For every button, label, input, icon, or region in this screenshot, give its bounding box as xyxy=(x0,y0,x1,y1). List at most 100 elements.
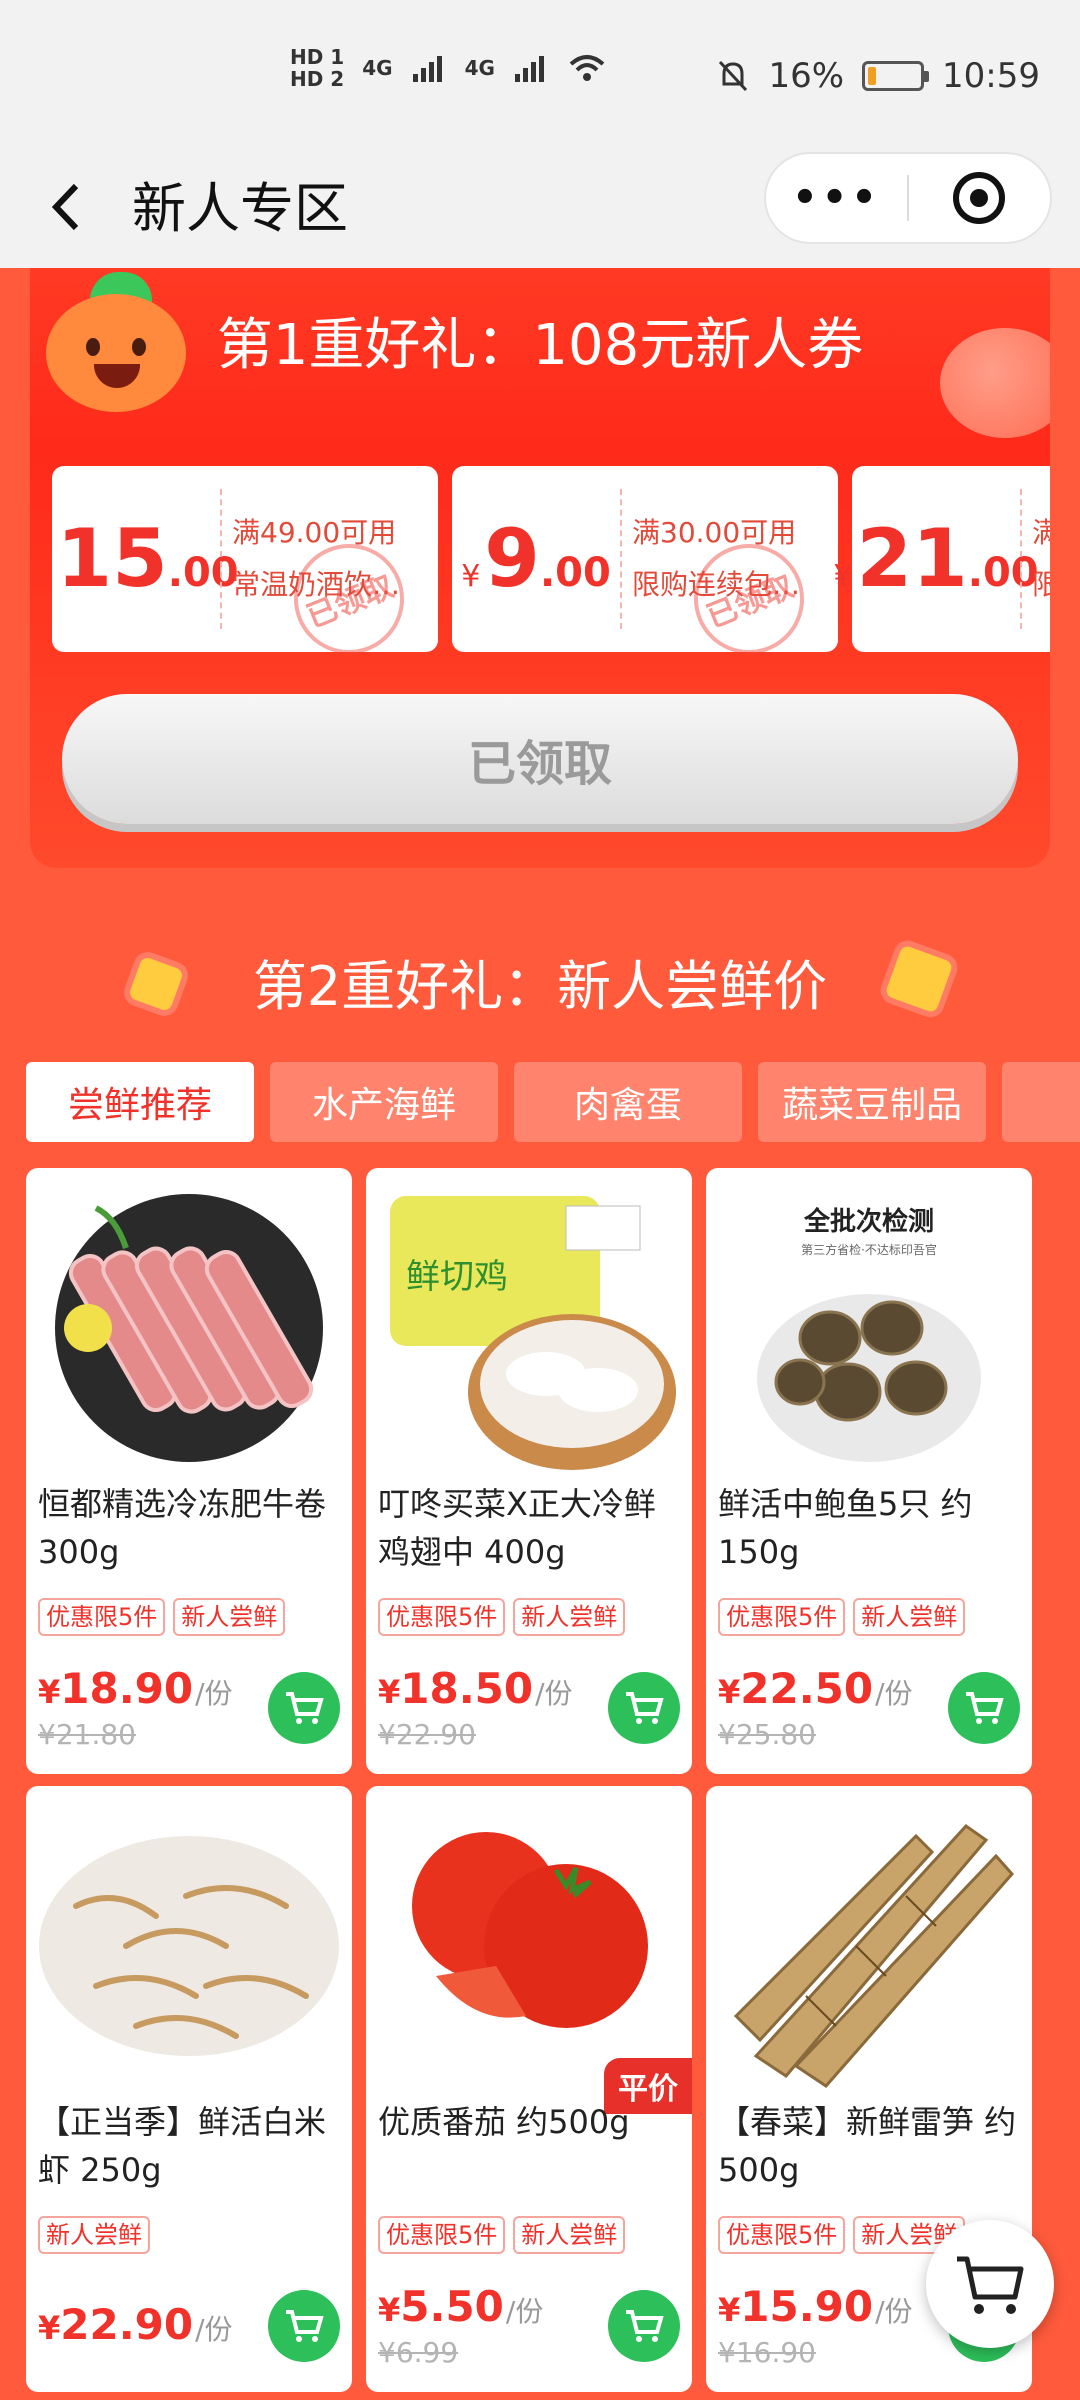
chicken-wings-image: 鲜切鸡 xyxy=(390,1196,676,1470)
product-card[interactable]: 平价 优质番茄 约500g 优惠限5件 新人尝鲜 ¥5.50/份 ¥6.99 xyxy=(366,1786,692,2392)
original-price: ¥25.80 xyxy=(718,1718,816,1751)
coupon-condition: 满 xyxy=(1032,516,1050,549)
product-tags: 优惠限5件 新人尝鲜 xyxy=(378,1598,626,1636)
cart-icon xyxy=(626,2310,664,2342)
more-dots-icon[interactable]: ••• xyxy=(766,175,907,221)
product-card[interactable]: 【正当季】鲜活白米虾 250g 新人尝鲜 ¥22.90/份 xyxy=(26,1786,352,2392)
tag-limit: 优惠限5件 xyxy=(718,2216,846,2254)
product-price: ¥22.50/份 xyxy=(718,1664,913,1713)
clock: 10:59 xyxy=(942,56,1040,96)
white-shrimp-image xyxy=(39,1836,339,2056)
coupon-info: 满 限 xyxy=(1022,507,1050,611)
new-user-coupon-section: 第1重好礼：108元新人券 ¥15.00 满49.00可用 常温奶酒饮… 已领取… xyxy=(30,268,1050,868)
bamboo-shoot-image xyxy=(733,1824,1015,2088)
gift1-title: 第1重好礼：108元新人券 xyxy=(216,313,864,378)
product-price: ¥18.90/份 xyxy=(38,1664,233,1713)
coupon-amount: ¥15.00 xyxy=(52,512,239,605)
coupon-card[interactable]: ¥15.00 满49.00可用 常温奶酒饮… 已领取 xyxy=(52,466,438,656)
back-icon[interactable] xyxy=(46,172,86,259)
wifi-icon xyxy=(569,55,605,81)
product-tags: 优惠限5件 新人尝鲜 xyxy=(718,2216,966,2254)
coupon-card[interactable]: ¥21.00 满 限 xyxy=(833,466,1050,652)
product-grid: 恒都精选冷冻肥牛卷300g 优惠限5件 新人尝鲜 ¥18.90/份 ¥21.80… xyxy=(26,1168,1042,2392)
product-name: 【正当季】鲜活白米虾 250g xyxy=(38,2103,327,2189)
network-2-label: 4G xyxy=(464,56,495,80)
product-price: ¥22.90/份 xyxy=(38,2300,233,2349)
product-card[interactable]: 恒都精选冷冻肥牛卷300g 优惠限5件 新人尝鲜 ¥18.90/份 ¥21.80 xyxy=(26,1168,352,1774)
nav-header: 新人专区 ••• xyxy=(0,150,1080,268)
product-name: 【春菜】新鲜雷笋 约500g xyxy=(718,2103,1017,2189)
tag-new-user: 新人尝鲜 xyxy=(513,2216,626,2254)
product-name: 鲜活中鲍鱼5只 约150g xyxy=(718,1485,973,1571)
pack-label: 鲜切鸡 xyxy=(406,1257,508,1297)
product-tags: 优惠限5件 新人尝鲜 xyxy=(38,1598,286,1636)
tab-recommend[interactable]: 尝鲜推荐 xyxy=(26,1062,254,1142)
tomato-image xyxy=(412,1832,648,2028)
coupon-amount: ¥21.00 xyxy=(833,512,1039,605)
add-to-cart-button[interactable] xyxy=(948,1672,1020,1744)
original-price: ¥6.99 xyxy=(378,2336,459,2369)
tab-seasonal[interactable]: 时令 xyxy=(1002,1062,1080,1142)
battery-icon xyxy=(862,61,930,91)
tab-meat-eggs[interactable]: 肉禽蛋 xyxy=(514,1062,742,1142)
gift2-title: 第2重好礼：新人尝鲜价 xyxy=(252,955,828,1018)
battery-percent: 16% xyxy=(768,56,845,96)
status-right: 16% 10:59 xyxy=(716,56,1040,96)
original-price: ¥16.90 xyxy=(718,2336,816,2369)
product-price: ¥15.90/份 xyxy=(718,2282,913,2331)
add-to-cart-button[interactable] xyxy=(268,1672,340,1744)
tag-new-user: 新人尝鲜 xyxy=(853,1598,966,1636)
original-price: ¥21.80 xyxy=(38,1718,136,1751)
signal-indicators: HD 1 HD 2 4G 4G xyxy=(290,46,607,90)
network-1-label: 4G xyxy=(362,56,393,80)
tag-limit: 优惠限5件 xyxy=(718,1598,846,1636)
original-price: ¥22.90 xyxy=(378,1718,476,1751)
claim-all-button[interactable]: 已领取 xyxy=(62,694,1018,824)
product-name: 优质番茄 约500g xyxy=(378,2103,630,2141)
tag-limit: 优惠限5件 xyxy=(378,2216,506,2254)
mute-bell-icon xyxy=(719,60,748,92)
status-bar: HD 1 HD 2 4G 4G 16% 10:59 xyxy=(0,0,1080,150)
inspection-banner: 全批次检测 xyxy=(803,1206,934,1237)
coupon-list[interactable]: ¥15.00 满49.00可用 常温奶酒饮… 已领取 ¥9.00 满30.00可… xyxy=(52,466,1050,656)
product-name: 恒都精选冷冻肥牛卷300g xyxy=(38,1485,327,1571)
coupon-scope: 限 xyxy=(1032,568,1050,601)
tag-new-user: 新人尝鲜 xyxy=(173,1598,286,1636)
tag-limit: 优惠限5件 xyxy=(38,1598,166,1636)
category-tabs: 尝鲜推荐 水产海鲜 肉禽蛋 蔬菜豆制品 时令 xyxy=(26,1062,1080,1144)
product-card[interactable]: 鲜切鸡 叮咚买菜X正大冷鲜鸡翅中 400g 优惠限5件 新人尝鲜 ¥18.50/… xyxy=(366,1168,692,1774)
cart-icon xyxy=(286,1692,324,1724)
mini-program-capsule: ••• xyxy=(764,152,1052,244)
product-name: 叮咚买菜X正大冷鲜鸡翅中 400g xyxy=(378,1485,656,1571)
sim2-label: HD 2 xyxy=(290,67,345,91)
mini-program-close-icon[interactable] xyxy=(909,172,1050,224)
signal-icon xyxy=(412,56,442,82)
beef-roll-image xyxy=(55,1194,323,1462)
signal-icon xyxy=(514,56,544,82)
shopping-cart-icon xyxy=(957,2256,1024,2314)
cart-icon xyxy=(286,2310,324,2342)
sim1-label: HD 1 xyxy=(290,45,345,69)
add-to-cart-button[interactable] xyxy=(608,1672,680,1744)
product-tags: 优惠限5件 新人尝鲜 xyxy=(718,1598,966,1636)
tab-vegetables-tofu[interactable]: 蔬菜豆制品 xyxy=(758,1062,986,1142)
product-tags: 优惠限5件 新人尝鲜 xyxy=(378,2216,626,2254)
inspection-subtext: 第三方省检·不达标印吾官 xyxy=(801,1242,937,1257)
cart-icon xyxy=(966,1692,1004,1724)
floating-cart-button[interactable] xyxy=(926,2220,1054,2348)
page-title: 新人专区 xyxy=(132,177,348,240)
product-tags: 新人尝鲜 xyxy=(38,2216,150,2254)
add-to-cart-button[interactable] xyxy=(268,2290,340,2362)
coupon-amount: ¥9.00 xyxy=(461,512,611,605)
tag-new-user: 新人尝鲜 xyxy=(513,1598,626,1636)
cart-icon xyxy=(626,1692,664,1724)
tag-new-user: 新人尝鲜 xyxy=(38,2216,150,2254)
tag-limit: 优惠限5件 xyxy=(378,1598,506,1636)
product-price: ¥5.50/份 xyxy=(378,2282,544,2331)
add-to-cart-button[interactable] xyxy=(608,2290,680,2362)
coupon-card[interactable]: ¥9.00 满30.00可用 限购连续包… 已领取 xyxy=(452,466,838,656)
tab-seafood[interactable]: 水产海鲜 xyxy=(270,1062,498,1142)
product-price: ¥18.50/份 xyxy=(378,1664,573,1713)
product-card[interactable]: 全批次检测 第三方省检·不达标印吾官 鲜活中鲍鱼5只 约150g 优惠限5件 新… xyxy=(706,1168,1032,1774)
abalone-image: 全批次检测 第三方省检·不达标印吾官 xyxy=(757,1206,981,1462)
